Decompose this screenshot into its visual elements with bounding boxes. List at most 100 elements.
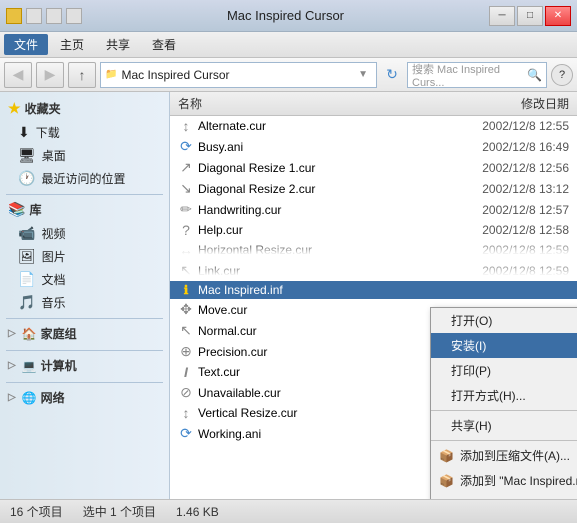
file-list[interactable]: 名称 修改日期 ↕ Alternate.cur 2002/12/8 12:55 … [170, 92, 577, 499]
sidebar-computer-section: ▷ 💻 计算机 [0, 353, 169, 378]
ctx-add-to-rar[interactable]: 📦 添加到 "Mac Inspired.rar"(T) [431, 468, 577, 493]
help-button[interactable]: ? [551, 64, 573, 86]
file-name-cell: ↖ Link.cur [170, 262, 447, 279]
sidebar-desktop-label: 桌面 [42, 147, 66, 164]
file-name: Precision.cur [198, 345, 267, 359]
table-row[interactable]: ? Help.cur 2002/12/8 12:58 [170, 220, 577, 240]
file-icon: ↖ [178, 262, 194, 279]
sidebar-favorites-section: ★ 收藏夹 ⬇ 下载 🖥 桌面 🕐 最近访问的位置 [0, 96, 169, 190]
up-button[interactable]: ↑ [68, 62, 96, 88]
file-name: Vertical Resize.cur [198, 406, 297, 420]
status-selected: 选中 1 个项目 [83, 503, 156, 520]
file-date: 2002/12/8 12:59 [447, 243, 577, 257]
file-icon: ↖ [178, 322, 194, 339]
ctx-open[interactable]: 打开(O) [431, 308, 577, 333]
music-icon: 🎵 [18, 294, 35, 311]
sidebar-item-desktop[interactable]: 🖥 桌面 [0, 144, 169, 167]
status-bar: 16 个项目 选中 1 个项目 1.46 KB [0, 499, 577, 523]
forward-button[interactable]: ▶ [36, 62, 64, 88]
file-icon: ⟳ [178, 138, 194, 155]
sidebar-item-documents[interactable]: 📄 文档 [0, 268, 169, 291]
table-row[interactable]: ↗ Diagonal Resize 1.cur 2002/12/8 12:56 [170, 157, 577, 178]
ctx-install[interactable]: 安装(I) [431, 333, 577, 358]
file-name-cell: ? Help.cur [170, 222, 447, 238]
file-name: Link.cur [198, 264, 240, 278]
file-name-cell: ✥ Move.cur [170, 301, 447, 318]
search-icon[interactable]: 🔍 [527, 68, 542, 82]
file-icon: ↕ [178, 405, 194, 421]
file-name-cell: ↘ Diagonal Resize 2.cur [170, 180, 447, 197]
computer-expand-icon: ▷ [8, 360, 16, 371]
table-row[interactable]: ↔ Horizontal Resize.cur 2002/12/8 12:59 [170, 240, 577, 260]
recent-icon: 🕐 [18, 170, 35, 187]
file-name-cell: ↕ Vertical Resize.cur [170, 405, 447, 421]
table-row[interactable]: ✏ Handwriting.cur 2002/12/8 12:57 [170, 199, 577, 220]
sidebar-item-pictures[interactable]: 🖼 图片 [0, 245, 169, 268]
ctx-share[interactable]: 共享(H) [431, 413, 577, 438]
menu-home[interactable]: 主页 [50, 34, 94, 55]
quick-action-1[interactable] [26, 8, 42, 24]
file-name: Unavailable.cur [198, 386, 281, 400]
network-expand-icon: ▷ [8, 392, 16, 403]
video-icon: 📹 [18, 225, 35, 242]
network-icon: 🌐 [22, 391, 37, 405]
ctx-compress-email[interactable]: 📧 压缩并 E-mail... [431, 493, 577, 499]
status-count: 16 个项目 [10, 503, 63, 520]
main-layout: ★ 收藏夹 ⬇ 下载 🖥 桌面 🕐 最近访问的位置 📚 库 [0, 92, 577, 499]
menu-file[interactable]: 文件 [4, 34, 48, 55]
menu-view[interactable]: 查看 [142, 34, 186, 55]
file-date: 2002/12/8 12:55 [447, 119, 577, 133]
address-dropdown-icon[interactable]: ▼ [354, 69, 372, 80]
ctx-print[interactable]: 打印(P) [431, 358, 577, 383]
close-button[interactable]: ✕ [545, 6, 571, 26]
table-row[interactable]: ↘ Diagonal Resize 2.cur 2002/12/8 13:12 [170, 178, 577, 199]
sidebar-item-video[interactable]: 📹 视频 [0, 222, 169, 245]
quick-action-3[interactable] [66, 8, 82, 24]
table-row-selected[interactable]: ℹ Mac Inspired.inf [170, 281, 577, 299]
archive-icon: 📦 [439, 449, 454, 463]
maximize-button[interactable]: □ [517, 6, 543, 26]
quick-action-2[interactable] [46, 8, 62, 24]
file-name-cell: ↕ Alternate.cur [170, 118, 447, 134]
sidebar-divider-4 [6, 382, 163, 383]
sidebar-item-recent[interactable]: 🕐 最近访问的位置 [0, 167, 169, 190]
window-title: Mac Inspired Cursor [82, 8, 489, 23]
menu-share[interactable]: 共享 [96, 34, 140, 55]
file-icon: ↔ [178, 242, 194, 258]
minimize-button[interactable]: ─ [489, 6, 515, 26]
sidebar-item-downloads[interactable]: ⬇ 下载 [0, 121, 169, 144]
sidebar-computer-label: 计算机 [41, 357, 77, 374]
file-icon: ? [178, 222, 194, 238]
file-name: Help.cur [198, 223, 243, 237]
address-folder-icon: 📁 [105, 69, 117, 80]
file-icon: ✏ [178, 201, 194, 218]
file-name-cell: ↗ Diagonal Resize 1.cur [170, 159, 447, 176]
sidebar-network-header[interactable]: ▷ 🌐 网络 [0, 385, 169, 410]
table-row[interactable]: ↖ Link.cur 2002/12/8 12:59 [170, 260, 577, 281]
sidebar-homegroup-header[interactable]: ▷ 🏠 家庭组 [0, 321, 169, 346]
file-date: 2002/12/8 12:59 [447, 264, 577, 278]
ctx-divider-1 [431, 410, 577, 411]
back-button[interactable]: ◀ [4, 62, 32, 88]
sidebar-computer-header[interactable]: ▷ 💻 计算机 [0, 353, 169, 378]
documents-icon: 📄 [18, 271, 35, 288]
file-name: Alternate.cur [198, 119, 266, 133]
search-bar[interactable]: 搜索 Mac Inspired Curs... 🔍 [407, 62, 547, 88]
sidebar-library-header: 📚 库 [0, 197, 169, 222]
address-bar[interactable]: 📁 Mac Inspired Cursor ▼ [100, 62, 377, 88]
refresh-button[interactable]: ↻ [381, 64, 403, 86]
file-date: 2002/12/8 12:57 [447, 203, 577, 217]
sidebar-item-music[interactable]: 🎵 音乐 [0, 291, 169, 314]
ctx-add-to-archive[interactable]: 📦 添加到压缩文件(A)... [431, 443, 577, 468]
window-controls: ─ □ ✕ [489, 6, 571, 26]
context-menu: 打开(O) 安装(I) 打印(P) 打开方式(H)... 共享(H) 📦 添加到… [430, 307, 577, 499]
file-icon: ⊕ [178, 343, 194, 360]
star-icon: ★ [8, 100, 21, 117]
ctx-open-with[interactable]: 打开方式(H)... [431, 383, 577, 408]
table-row[interactable]: ↕ Alternate.cur 2002/12/8 12:55 [170, 116, 577, 136]
file-date: 2002/12/8 16:49 [447, 140, 577, 154]
file-name-cell: ⊕ Precision.cur [170, 343, 447, 360]
sidebar-library-section: 📚 库 📹 视频 🖼 图片 📄 文档 🎵 音乐 [0, 197, 169, 314]
table-row[interactable]: ⟳ Busy.ani 2002/12/8 16:49 [170, 136, 577, 157]
homegroup-icon: 🏠 [22, 327, 37, 341]
